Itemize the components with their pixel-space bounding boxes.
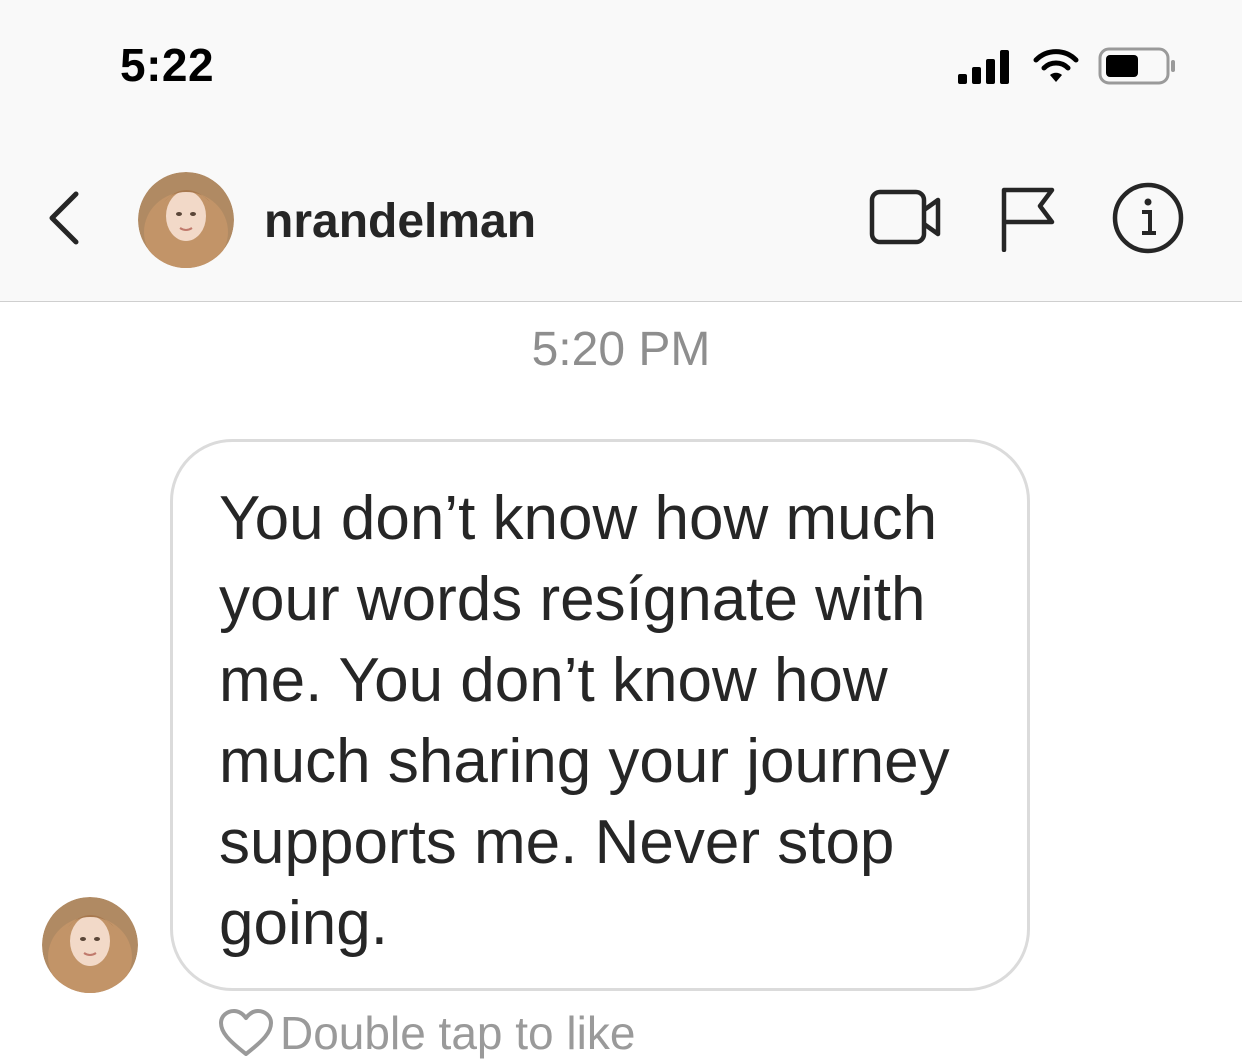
battery-icon — [1098, 47, 1175, 85]
status-icons — [958, 44, 1178, 88]
info-icon — [1112, 182, 1184, 254]
message-timestamp: 5:20 PM — [531, 323, 711, 376]
like-hint-label: Double tap to like — [280, 1007, 636, 1059]
profile-photo — [138, 172, 234, 268]
status-time: 5:22 — [120, 39, 215, 91]
profile-photo — [42, 897, 138, 993]
chevron-left-icon — [49, 191, 79, 245]
username[interactable]: nrandelman — [264, 194, 536, 249]
cellular-signal-icon — [958, 50, 1009, 84]
info-button[interactable] — [1110, 180, 1186, 261]
report-button[interactable] — [998, 184, 1058, 257]
back-button[interactable] — [40, 188, 90, 248]
wifi-icon — [1033, 49, 1079, 82]
flag-icon — [1001, 187, 1055, 253]
top-bar: 5:22 nrandelman — [0, 0, 1242, 302]
message-bubble[interactable]: You don’t know how much your words resíg… — [170, 439, 1030, 991]
video-camera-icon — [869, 189, 941, 245]
like-hint[interactable]: Double tap to like — [218, 1006, 635, 1060]
video-call-button[interactable] — [868, 186, 944, 253]
sender-avatar[interactable] — [42, 897, 138, 993]
avatar[interactable] — [138, 172, 234, 268]
